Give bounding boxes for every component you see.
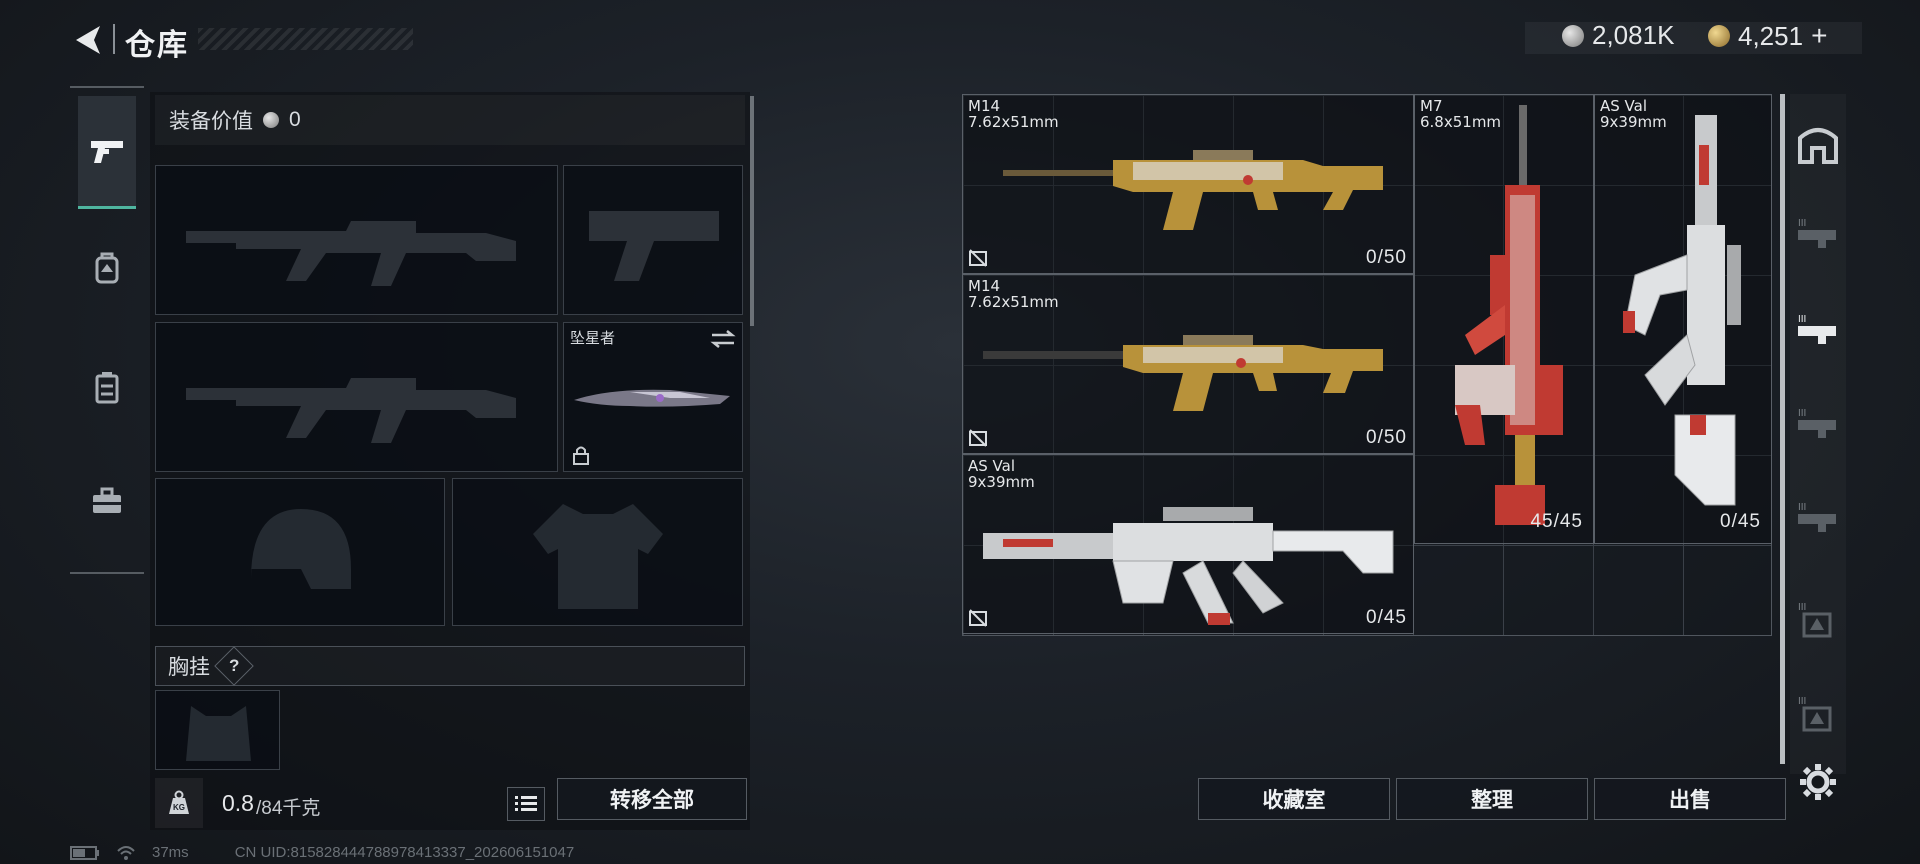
primary-weapon-slot-1[interactable] — [155, 165, 558, 315]
list-icon — [515, 796, 537, 811]
chest-rig-label: 胸挂 — [168, 656, 210, 679]
equipment-scrollbar[interactable] — [750, 96, 754, 326]
swap-icon[interactable] — [710, 329, 736, 349]
gold-coin-icon — [1708, 25, 1730, 47]
chest-rig-slot[interactable] — [155, 690, 280, 770]
backpack-icon — [95, 252, 119, 284]
item-name: M14 7.62x51mm — [968, 278, 1059, 310]
tab-backpack[interactable] — [78, 212, 136, 322]
stash-page-2-icon[interactable]: III — [1796, 308, 1840, 352]
rifle-silhouette-icon — [186, 221, 516, 286]
m7-rifle-image — [1455, 105, 1563, 525]
organize-button[interactable]: 整理 — [1396, 778, 1588, 820]
svg-text:III: III — [1798, 218, 1806, 229]
item-name: M14 7.62x51mm — [968, 98, 1059, 130]
melee-name: 坠星者 — [570, 329, 616, 347]
weight-icon-label: KG — [173, 803, 185, 812]
status-bar: 37ms CN UID:815828444788978413337_202606… — [70, 844, 574, 861]
item-count: 0/50 — [1366, 247, 1407, 268]
silver-coin-icon — [1562, 24, 1584, 47]
equipment-tab-bar — [70, 86, 144, 574]
equipment-value-label: 装备价值 — [169, 110, 253, 133]
item-count: 45/45 — [1530, 511, 1583, 532]
chest-rig-silhouette-icon — [186, 706, 251, 761]
stash-item-as-val-1[interactable]: AS Val 9x39mm 0/45 — [962, 454, 1414, 634]
stash-page-3-icon[interactable]: III — [1796, 402, 1840, 446]
stash-scrollbar[interactable] — [1780, 94, 1785, 764]
gold-currency[interactable]: 4,251 + — [1708, 20, 1827, 52]
helmet-slot[interactable] — [155, 478, 445, 626]
list-view-button[interactable] — [507, 787, 545, 821]
armor-slot[interactable] — [452, 478, 743, 626]
lock-icon — [573, 446, 589, 465]
chest-rig-icon — [95, 372, 119, 404]
add-gold-button[interactable]: + — [1811, 20, 1827, 52]
back-arrow-icon[interactable] — [70, 22, 106, 58]
primary-weapon-slot-2[interactable] — [155, 322, 558, 472]
silver-coin-icon — [263, 112, 279, 128]
weight-icon-box: KG — [155, 778, 203, 828]
item-count: 0/50 — [1366, 427, 1407, 448]
rifle-silhouette-icon — [186, 378, 516, 443]
knife-image — [574, 389, 730, 407]
silver-currency[interactable]: 2,081K — [1562, 20, 1674, 51]
toolbox-icon — [93, 487, 121, 513]
tab-toolbox[interactable] — [78, 446, 136, 556]
silver-amount: 2,081K — [1592, 20, 1675, 50]
stash-page-4-icon[interactable]: III — [1796, 496, 1840, 540]
uid-text: CN UID:815828444788978413337_20260615104… — [234, 844, 575, 861]
title-stripe-decoration — [198, 28, 413, 50]
help-icon: ? — [228, 655, 240, 675]
tab-chest-rig[interactable] — [78, 332, 136, 442]
stash-item-m14-1[interactable]: M14 7.62x51mm 0/50 — [962, 94, 1414, 274]
pistol-silhouette-icon — [589, 211, 719, 281]
chest-rig-section-header: 胸挂 ? — [155, 646, 745, 686]
no-insurance-icon — [969, 609, 987, 627]
melee-slot[interactable]: 坠星者 — [563, 322, 743, 472]
m14-rifle-image — [983, 335, 1383, 411]
equipment-value: 0 — [289, 108, 301, 131]
item-count: 0/45 — [1366, 607, 1407, 628]
svg-text:III: III — [1798, 408, 1806, 419]
header-divider — [113, 24, 115, 54]
sidearm-slot[interactable] — [563, 165, 743, 315]
weight-icon: KG — [169, 790, 189, 814]
stash-page-5-icon[interactable]: III — [1796, 596, 1840, 640]
pistol-icon — [91, 141, 123, 163]
no-insurance-icon — [969, 249, 987, 267]
battery-icon — [70, 845, 99, 860]
svg-text:III: III — [1798, 602, 1806, 613]
no-insurance-icon — [969, 429, 987, 447]
item-caliber: 7.62x51mm — [968, 293, 1059, 311]
svg-text:III: III — [1798, 314, 1806, 325]
stash-page-1-icon[interactable]: III — [1796, 212, 1840, 256]
help-button[interactable]: ? — [214, 646, 254, 686]
gold-amount: 4,251 — [1738, 20, 1804, 51]
wifi-icon — [117, 845, 135, 860]
armor-silhouette-icon — [533, 504, 663, 609]
item-caliber: 7.62x51mm — [968, 113, 1059, 131]
as-val-rifle-image — [1623, 115, 1741, 506]
settings-gear-icon[interactable] — [1796, 760, 1840, 804]
stash-item-m7[interactable]: M7 6.8x51mm 45/45 — [1414, 94, 1594, 544]
tab-weapons[interactable] — [78, 96, 136, 209]
stash-item-as-val-2[interactable]: AS Val 9x39mm 0/45 — [1594, 94, 1772, 544]
helmet-silhouette-icon — [251, 509, 351, 589]
collection-room-button[interactable]: 收藏室 — [1198, 778, 1390, 820]
weight-current: 0.8 — [222, 790, 254, 816]
page-title: 仓库 — [125, 28, 189, 63]
stash-overview-icon[interactable] — [1796, 122, 1840, 166]
m14-rifle-image — [1003, 150, 1383, 230]
stash-page-6-icon[interactable]: III — [1796, 690, 1840, 734]
sell-button[interactable]: 出售 — [1594, 778, 1786, 820]
as-val-rifle-image — [983, 507, 1394, 625]
weight-max: /84千克 — [256, 798, 321, 819]
stash-item-m14-2[interactable]: M14 7.62x51mm 0/50 — [962, 274, 1414, 454]
svg-text:III: III — [1798, 502, 1806, 513]
item-count: 0/45 — [1720, 511, 1761, 532]
svg-text:III: III — [1798, 696, 1806, 707]
transfer-all-button[interactable]: 转移全部 — [557, 778, 747, 820]
equipment-value-bar: 装备价值 0 — [155, 95, 745, 145]
ping-text: 37ms — [152, 844, 189, 861]
